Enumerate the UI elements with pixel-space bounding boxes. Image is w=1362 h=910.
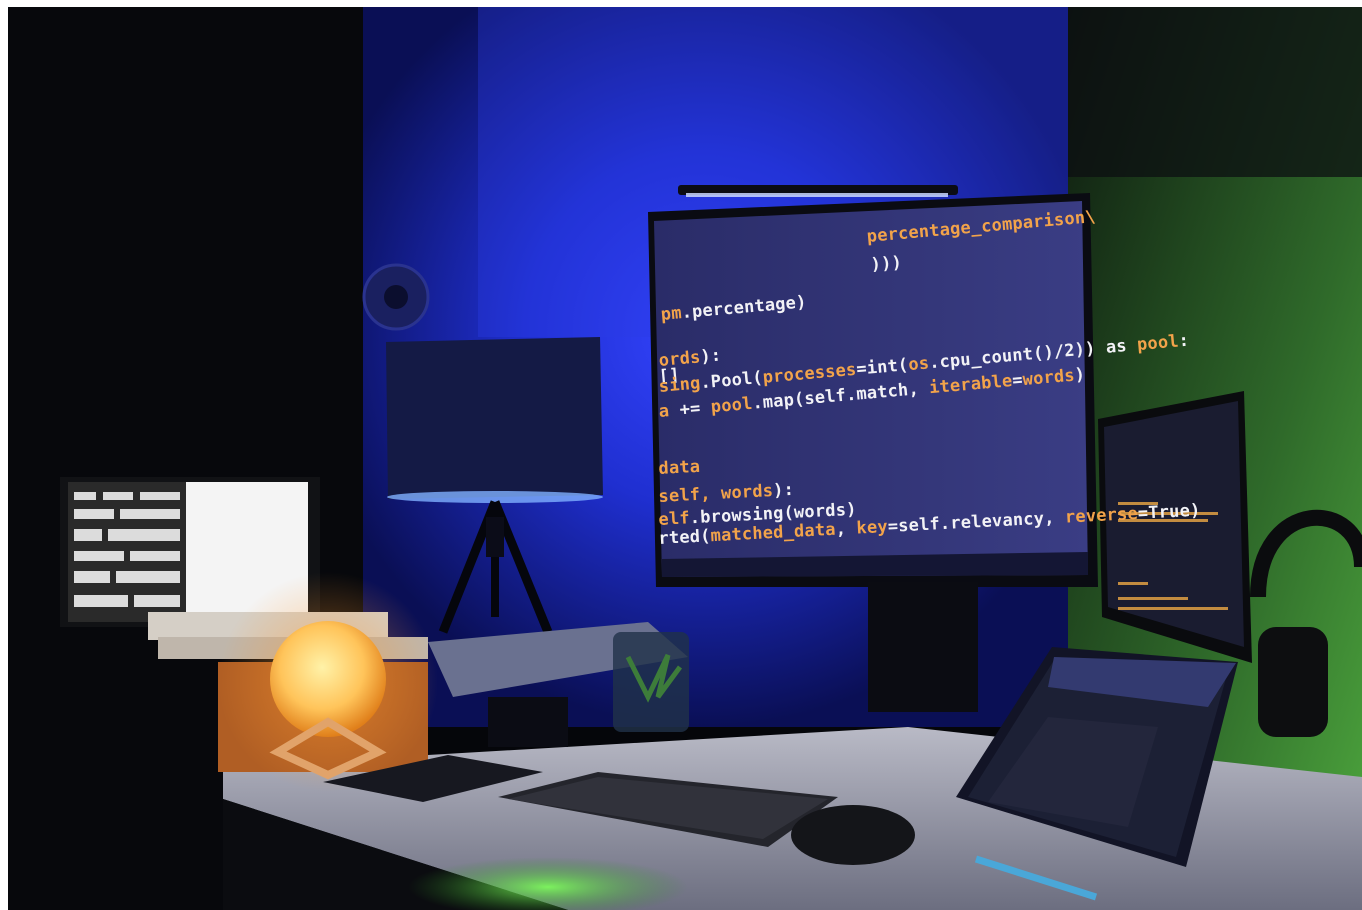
code-token: key (856, 516, 889, 539)
code-token: pool (1136, 331, 1180, 356)
code-token: sing (658, 373, 702, 397)
right-monitor (1098, 391, 1252, 663)
code-token: reverse (1064, 503, 1139, 528)
code-token: =True) (1137, 500, 1201, 524)
code-token: pool (709, 393, 754, 418)
code-token: data (658, 456, 701, 479)
code-token: pm (660, 303, 683, 325)
code-token: os (907, 353, 931, 376)
code-line: data (658, 457, 701, 479)
code-token: rted( (658, 526, 712, 549)
code-token: ): (772, 479, 795, 501)
photo: percentage_comparison\))) pm.percentage) o… (8, 7, 1362, 910)
code-token: ))) (870, 252, 903, 275)
glass-plant (613, 632, 689, 732)
code-token: : (1177, 330, 1190, 352)
code-token: , (835, 518, 858, 540)
code-line: ))) (870, 253, 903, 275)
code-token: += (668, 397, 712, 422)
code-token: ): (699, 345, 723, 368)
mouse (791, 805, 915, 865)
code-token: ) (1073, 364, 1087, 386)
